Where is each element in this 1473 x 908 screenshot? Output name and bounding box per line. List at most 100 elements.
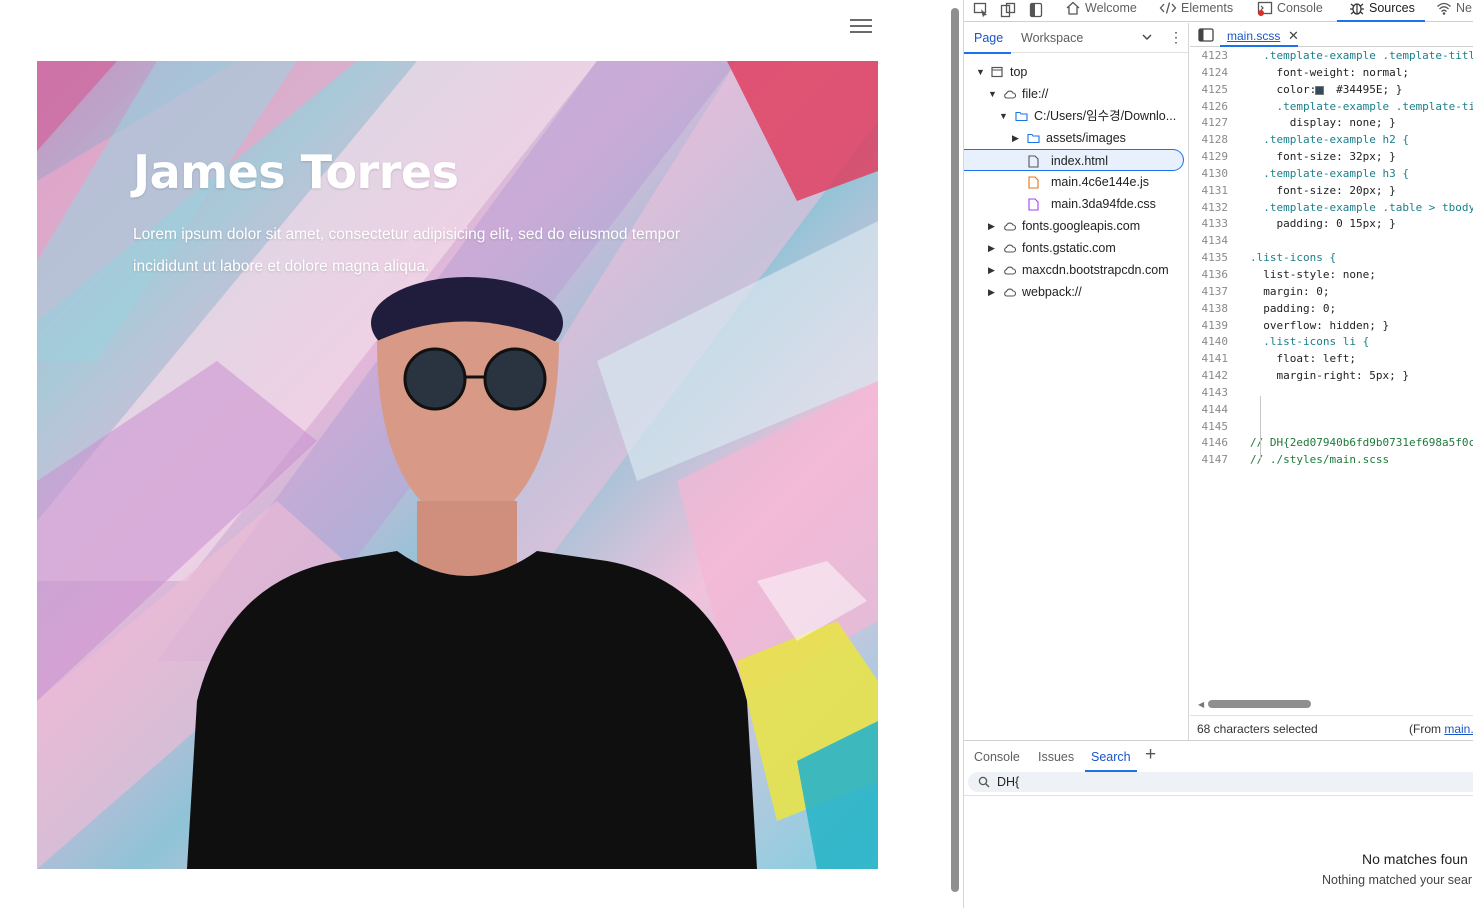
editor-scrollbar-thumb[interactable] [1208, 700, 1311, 708]
close-icon[interactable]: ✕ [1288, 28, 1299, 44]
tree-item-file[interactable]: ▼ file:// [964, 83, 1189, 105]
code-line[interactable]: 4144 [1190, 402, 1473, 419]
page-scrollbar-thumb[interactable] [951, 8, 959, 892]
code-line[interactable]: 4123 .template-example .template-titl [1190, 48, 1473, 65]
line-number[interactable]: 4141 [1190, 351, 1229, 368]
tab-elements[interactable]: Elements [1159, 0, 1233, 22]
code-line[interactable]: 4131 font-size: 20px; } [1190, 183, 1473, 200]
drawer-tab-issues[interactable]: Issues [1038, 750, 1074, 764]
code-line[interactable]: 4133 padding: 0 15px; } [1190, 216, 1473, 233]
tree-item-index-html[interactable]: index.html [964, 149, 1184, 171]
line-number[interactable]: 4132 [1190, 200, 1229, 217]
color-swatch[interactable] [1315, 85, 1324, 95]
code-line[interactable]: 4141 float: left; [1190, 351, 1473, 368]
line-number[interactable]: 4131 [1190, 183, 1229, 200]
tree-item-fonts-googleapis[interactable]: ▶ fonts.googleapis.com [964, 215, 1189, 237]
code-line[interactable]: 4134 [1190, 233, 1473, 250]
hamburger-menu-icon[interactable] [850, 19, 872, 35]
line-number[interactable]: 4130 [1190, 166, 1229, 183]
line-number[interactable]: 4137 [1190, 284, 1229, 301]
search-input[interactable] [997, 774, 1457, 790]
device-toolbar-icon[interactable] [1000, 2, 1016, 18]
line-number[interactable]: 4126 [1190, 99, 1229, 116]
collapsed-triangle-icon[interactable]: ▶ [988, 237, 995, 259]
add-tab-icon[interactable]: + [1145, 744, 1156, 766]
drawer-tab-console[interactable]: Console [974, 750, 1020, 764]
page-scrollbar[interactable] [948, 0, 963, 908]
inspect-icon[interactable] [973, 2, 989, 18]
code-line[interactable]: 4130 .template-example h3 { [1190, 166, 1473, 183]
code-lines[interactable]: 4123 .template-example .template-titl 412… [1190, 48, 1473, 469]
code-line[interactable]: 4124 font-weight: normal; [1190, 65, 1473, 82]
line-number[interactable]: 4134 [1190, 233, 1229, 250]
tree-item-assets-images[interactable]: ▶ assets/images [964, 127, 1189, 149]
code-line[interactable]: 4125 color: #34495E; } [1190, 82, 1473, 99]
code-line[interactable]: 4138 padding: 0; [1190, 301, 1473, 318]
tree-item-top[interactable]: ▼ top [964, 61, 1189, 83]
drawer-tab-search[interactable]: Search [1085, 750, 1137, 772]
code-line[interactable]: 4136 list-style: none; [1190, 267, 1473, 284]
line-number[interactable]: 4145 [1190, 419, 1229, 436]
code-line[interactable]: 4143 [1190, 385, 1473, 402]
toggle-navigator-icon[interactable] [1198, 28, 1214, 42]
tree-item-maxcdn[interactable]: ▶ maxcdn.bootstrapcdn.com [964, 259, 1189, 281]
collapsed-triangle-icon[interactable]: ▶ [1012, 127, 1019, 149]
line-number[interactable]: 4138 [1190, 301, 1229, 318]
line-number[interactable]: 4127 [1190, 115, 1229, 132]
source-map-link[interactable]: main. [1444, 722, 1473, 736]
line-number[interactable]: 4146 [1190, 435, 1229, 452]
code-text: .list-icons { [1250, 251, 1337, 265]
tab-network[interactable]: Ne [1436, 0, 1472, 22]
line-number[interactable]: 4142 [1190, 368, 1229, 385]
code-line[interactable]: 4129 font-size: 32px; } [1190, 149, 1473, 166]
code-line[interactable]: 4140 .list-icons li { [1190, 334, 1473, 351]
line-number[interactable]: 4136 [1190, 267, 1229, 284]
more-options-icon[interactable]: ⋮ [1169, 29, 1183, 46]
line-number[interactable]: 4123 [1190, 48, 1229, 65]
dock-sidebar-icon[interactable] [1028, 2, 1044, 18]
line-number[interactable]: 4133 [1190, 216, 1229, 233]
navigator-tab-page[interactable]: Page [963, 31, 1012, 54]
tab-welcome[interactable]: Welcome [1065, 0, 1137, 22]
editor-horizontal-scrollbar[interactable]: ◀ [1198, 699, 1473, 709]
collapsed-triangle-icon[interactable]: ▶ [988, 259, 995, 281]
search-bar[interactable] [968, 772, 1473, 792]
code-line[interactable]: 4135 .list-icons { [1190, 250, 1473, 267]
code-line[interactable]: 4128 .template-example h2 { [1190, 132, 1473, 149]
code-line[interactable]: 4147 // ./styles/main.scss [1190, 452, 1473, 469]
line-number[interactable]: 4135 [1190, 250, 1229, 267]
line-number[interactable]: 4144 [1190, 402, 1229, 419]
code-line[interactable]: 4127 display: none; } [1190, 115, 1473, 132]
code-line[interactable]: 4126 .template-example .template-ti [1190, 99, 1473, 116]
tree-item-users-folder[interactable]: ▼ C:/Users/임수경/Downlo... [964, 105, 1189, 127]
line-number[interactable]: 4147 [1190, 452, 1229, 469]
tree-item-webpack[interactable]: ▶ webpack:// [964, 281, 1189, 303]
collapsed-triangle-icon[interactable]: ▶ [988, 215, 995, 237]
line-number[interactable]: 4139 [1190, 318, 1229, 335]
code-line[interactable]: 4146 // DH{2ed07940b6fd9b0731ef698a5f0c [1190, 435, 1473, 452]
line-number[interactable]: 4140 [1190, 334, 1229, 351]
line-number[interactable]: 4143 [1190, 385, 1229, 402]
tab-sources[interactable]: Sources [1337, 0, 1425, 22]
line-number[interactable]: 4124 [1190, 65, 1229, 82]
line-number[interactable]: 4125 [1190, 82, 1229, 99]
chevron-down-icon[interactable] [1141, 31, 1153, 43]
code-line[interactable]: 4132 .template-example .table > tbody [1190, 200, 1473, 217]
tree-item-main-js[interactable]: main.4c6e144e.js [964, 171, 1189, 193]
expanded-triangle-icon[interactable]: ▼ [976, 61, 985, 83]
tree-item-main-css[interactable]: main.3da94fde.css [964, 193, 1189, 215]
navigator-tab-workspace[interactable]: Workspace [1021, 31, 1083, 45]
code-line[interactable]: 4139 overflow: hidden; } [1190, 318, 1473, 335]
line-number[interactable]: 4129 [1190, 149, 1229, 166]
line-number[interactable]: 4128 [1190, 132, 1229, 149]
tab-console[interactable]: Console [1257, 0, 1323, 22]
collapsed-triangle-icon[interactable]: ▶ [988, 281, 995, 303]
editor-file-tab[interactable]: main.scss [1227, 29, 1280, 43]
expanded-triangle-icon[interactable]: ▼ [988, 83, 997, 105]
code-line[interactable]: 4145 [1190, 419, 1473, 436]
scroll-left-icon[interactable]: ◀ [1198, 700, 1204, 709]
code-line[interactable]: 4137 margin: 0; [1190, 284, 1473, 301]
expanded-triangle-icon[interactable]: ▼ [999, 105, 1008, 127]
code-line[interactable]: 4142 margin-right: 5px; } [1190, 368, 1473, 385]
tree-item-fonts-gstatic[interactable]: ▶ fonts.gstatic.com [964, 237, 1189, 259]
